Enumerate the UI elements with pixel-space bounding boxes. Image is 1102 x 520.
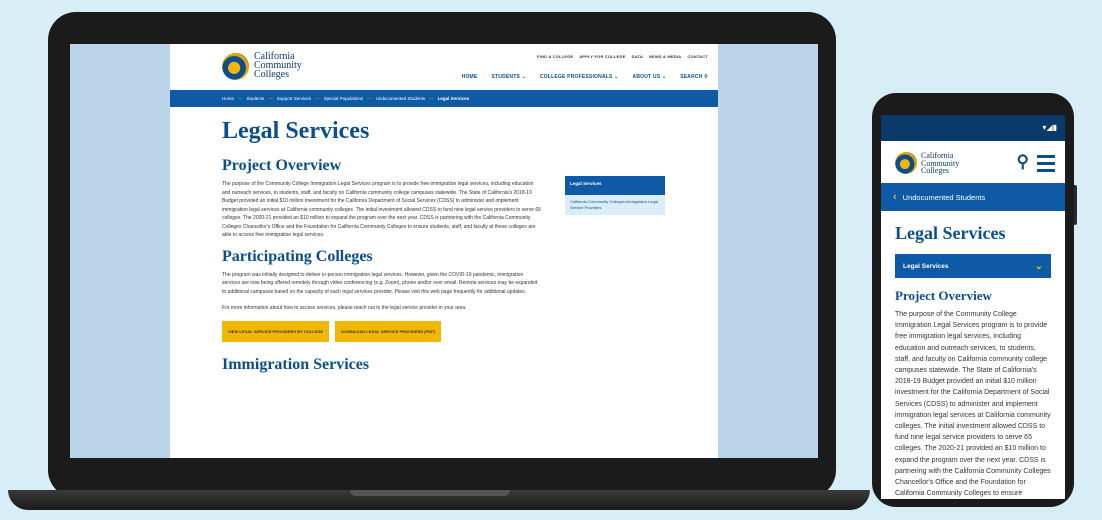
participating-paragraph: The program was initially designed to de… — [222, 271, 538, 295]
logo-line-3: Colleges — [254, 69, 289, 80]
status-bar: ▾◢▮ — [881, 115, 1065, 141]
section-dropdown-label: Legal Services — [903, 262, 949, 270]
mobile-logo-text[interactable]: California Community Colleges — [921, 152, 959, 175]
main-nav: HOME STUDENTS ⌄ COLLEGE PROFESSIONALS ⌄ … — [462, 74, 708, 80]
crumb-undocumented[interactable]: Undocumented Students — [376, 96, 426, 101]
side-nav-item-providers[interactable]: California Community Colleges Immigratio… — [565, 195, 665, 215]
button-row: VIEW LEGAL SERVICE PROVIDERS BY COLLEGE … — [222, 320, 542, 342]
logo-text[interactable]: California Community Colleges — [254, 52, 334, 80]
laptop-notch — [350, 490, 510, 496]
mobile-heading-project-overview: Project Overview — [895, 288, 992, 303]
overview-paragraph: The purpose of the Community College Imm… — [222, 181, 541, 238]
website: California Community Colleges FIND A COL… — [170, 44, 718, 458]
utility-nav: FIND A COLLEGE APPLY FOR COLLEGE DATA NE… — [537, 54, 708, 59]
crumb-students[interactable]: Students — [247, 96, 265, 101]
crumb-home[interactable]: Home — [222, 96, 234, 101]
download-providers-button[interactable]: DOWNLOAD LEGAL SERVICE PROVIDERS (PDF) — [335, 320, 441, 342]
view-providers-button[interactable]: VIEW LEGAL SERVICE PROVIDERS BY COLLEGE — [222, 320, 330, 342]
crumb-special[interactable]: Special Populations — [324, 96, 364, 101]
laptop-screen: California Community Colleges FIND A COL… — [70, 44, 818, 458]
logo-icon[interactable] — [222, 53, 249, 80]
back-link[interactable]: ‹ Undocumented Students — [881, 183, 1065, 211]
nav-home[interactable]: HOME — [462, 74, 478, 80]
back-link-label: Undocumented Students — [902, 192, 986, 202]
crumb-sep: — — [367, 96, 372, 101]
main-content: Legal Services Project Overview The purp… — [222, 118, 542, 379]
phone-screen: ▾◢▮ California Community Colleges ⚲ ‹ Un… — [881, 115, 1065, 499]
crumb-support[interactable]: Support Services — [277, 96, 311, 101]
heading-participating-colleges: Participating Colleges — [222, 247, 373, 265]
search-icon[interactable]: ⚲ — [1017, 152, 1029, 172]
mobile-logo-line-3: Colleges — [921, 166, 949, 175]
section-dropdown[interactable]: Legal Services ⌄ — [895, 254, 1051, 278]
util-link-apply[interactable]: APPLY FOR COLLEGE — [579, 54, 625, 59]
crumb-sep: — — [315, 96, 320, 101]
nav-about-us[interactable]: ABOUT US ⌄ — [633, 74, 667, 80]
chevron-left-icon: ‹ — [893, 191, 897, 203]
heading-immigration-services: Immigration Services — [222, 355, 370, 373]
signal-battery-icon: ▾◢▮ — [1042, 123, 1057, 132]
page-title: Legal Services — [222, 118, 370, 144]
crumb-sep: — — [238, 96, 243, 101]
breadcrumb: Home — Students — Support Services — Specia… — [170, 90, 718, 107]
mobile-page-title: Legal Services — [895, 223, 1006, 243]
nav-search[interactable]: SEARCH ⚲ — [680, 74, 708, 80]
site-header: California Community Colleges FIND A COL… — [170, 44, 718, 90]
crumb-current: Legal Services — [437, 96, 470, 101]
util-link-contact[interactable]: CONTACT — [687, 54, 708, 59]
util-link-news[interactable]: NEWS & MEDIA — [649, 54, 681, 59]
mobile-header: California Community Colleges ⚲ — [881, 141, 1065, 183]
util-link-find-college[interactable]: FIND A COLLEGE — [537, 54, 573, 59]
side-nav: Legal Services California Community Coll… — [565, 176, 665, 215]
util-link-data[interactable]: DATA — [632, 54, 643, 59]
nav-college-professionals[interactable]: COLLEGE PROFESSIONALS ⌄ — [540, 74, 619, 80]
phone-frame: ▾◢▮ California Community Colleges ⚲ ‹ Un… — [872, 93, 1074, 507]
crumb-sep: — — [268, 96, 273, 101]
heading-project-overview: Project Overview — [222, 157, 342, 174]
contact-paragraph: For more information about how to access… — [222, 305, 467, 311]
chevron-down-icon: ⌄ — [1034, 260, 1043, 272]
hamburger-menu-icon[interactable] — [1037, 155, 1055, 176]
nav-students[interactable]: STUDENTS ⌄ — [491, 74, 526, 80]
mobile-logo-icon[interactable] — [895, 152, 917, 174]
crumb-sep: — — [429, 96, 434, 101]
mobile-overview-paragraph: The purpose of the Community College Imm… — [895, 311, 1051, 498]
side-nav-active[interactable]: Legal Services — [565, 176, 665, 195]
